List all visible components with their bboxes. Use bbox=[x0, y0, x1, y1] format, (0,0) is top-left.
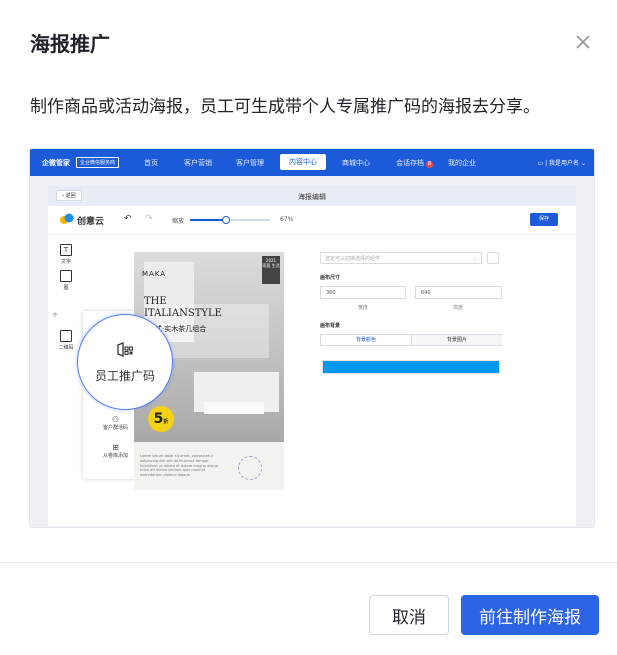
text-tool-icon: T bbox=[60, 244, 72, 256]
preview-save-button: 保存 bbox=[530, 213, 558, 226]
poster-body-text: Lorem ipsum dolor sit amet, consectetur … bbox=[140, 454, 218, 478]
preview-brand: 企微管家 bbox=[42, 159, 70, 167]
preview-nav-customers: 客户管理 bbox=[236, 159, 264, 167]
employee-qr-icon bbox=[117, 342, 134, 357]
preview-user: ▭ | 我是用户名 ⌄ bbox=[537, 160, 586, 167]
poster-discount-badge: 5折 bbox=[148, 406, 174, 432]
preview-nav-badge: 8 bbox=[426, 161, 433, 168]
redo-icon: ↷ bbox=[145, 214, 153, 224]
poster-promo-dialog: 海报推广 制作商品或活动海报，员工可生成带个人专属推广码的海报去分享。 企微管家… bbox=[0, 0, 617, 655]
poster-brand: MAKA bbox=[142, 270, 167, 278]
preview-bg-tabs: 背景颜色 背景图片 bbox=[320, 334, 502, 346]
preview-subbar: ‹ 返回 海报编辑 bbox=[48, 186, 576, 206]
preview-nav-home: 首页 bbox=[144, 159, 158, 167]
preview-height-label: 高度 bbox=[453, 305, 464, 311]
trash-icon bbox=[487, 252, 499, 264]
preview-zoom-slider bbox=[190, 216, 270, 224]
preview-tool-text: T 文字 bbox=[60, 244, 72, 265]
preview-logo: 创意云 bbox=[60, 213, 104, 227]
undo-icon: ↶ bbox=[124, 214, 132, 224]
preview-width-input: 360 bbox=[320, 286, 406, 299]
preview-bg-label: 画布背景 bbox=[320, 323, 341, 329]
preview-brand-tag: 企业微信服务商 bbox=[76, 157, 120, 168]
preview-editor-panel: ‹ 返回 海报编辑 创意云 ↶ ↷ 缩放 67% 保存 T 文字 图 个 二维码… bbox=[48, 186, 576, 526]
dialog-description: 制作商品或活动海报，员工可生成带个人专属推广码的海报去分享。 bbox=[30, 97, 540, 117]
preview-nav-content: 内容中心 bbox=[280, 154, 326, 170]
preview-nav-company: 我的企业 bbox=[448, 159, 476, 167]
poster-editor-preview-image: 企微管家 企业微信服务商 首页 客户营销 客户管理 内容中心 商城中心 会话存档… bbox=[29, 148, 595, 528]
preview-tool-image: 图 bbox=[56, 270, 76, 291]
preview-tab-color: 背景颜色 bbox=[321, 335, 412, 345]
preview-tab-image: 背景图片 bbox=[412, 335, 502, 345]
cancel-button[interactable]: 取消 bbox=[369, 595, 449, 635]
preview-nav-marketing: 客户营销 bbox=[184, 159, 212, 167]
preview-zoom-value: 67% bbox=[280, 216, 294, 223]
preview-canvas-size-label: 画布尺寸 bbox=[320, 275, 341, 281]
employee-qr-label: 员工推广码 bbox=[94, 369, 155, 383]
close-icon[interactable] bbox=[574, 33, 592, 51]
preview-tool-qr: 二维码 bbox=[56, 330, 76, 351]
preview-nav-mall: 商城中心 bbox=[342, 159, 370, 167]
preview-height-input: 640 bbox=[415, 286, 502, 299]
poster-qr-placeholder-icon bbox=[238, 456, 262, 480]
poster-line2: ITALIANSTYLE bbox=[144, 308, 222, 319]
preview-bg-color-swatch bbox=[322, 360, 500, 374]
poster-line1: THE bbox=[144, 296, 167, 307]
poster-date: 2021 家居 生活 bbox=[262, 256, 280, 284]
qr-tool-icon bbox=[60, 330, 72, 342]
preview-editor-title: 海报编辑 bbox=[298, 193, 326, 201]
preview-nav-archive: 会话存档 8 bbox=[396, 159, 433, 168]
go-create-poster-button[interactable]: 前往制作海报 bbox=[461, 595, 599, 635]
logo-icon bbox=[60, 213, 74, 224]
footer-divider bbox=[0, 562, 617, 563]
preview-toolbar: 创意云 ↶ ↷ 缩放 67% 保存 bbox=[48, 206, 576, 235]
preview-tool-extra: 个 bbox=[52, 313, 58, 319]
image-tool-icon bbox=[60, 270, 72, 282]
preview-zoom-label: 缩放 bbox=[172, 218, 185, 225]
dialog-title: 海报推广 bbox=[30, 32, 110, 56]
preview-tool-column: T 文字 图 个 二维码 bbox=[48, 244, 84, 524]
preview-topbar: 企微管家 企业微信服务商 首页 客户营销 客户管理 内容中心 商城中心 会话存档… bbox=[30, 149, 594, 176]
preview-component-select: 选定可以切换选择的组件 ⌄ bbox=[320, 252, 482, 264]
employee-qr-highlight: 员工推广码 bbox=[77, 314, 173, 410]
preview-width-label: 宽度 bbox=[358, 305, 369, 311]
